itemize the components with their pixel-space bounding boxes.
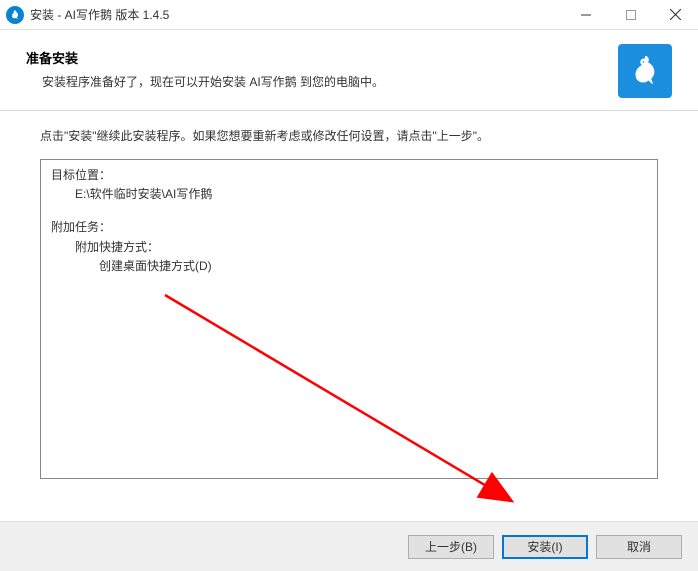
cancel-button[interactable]: 取消 [596,535,682,559]
dest-path: E:\软件临时安装\AI写作鹅 [51,185,647,204]
dest-label: 目标位置： [51,166,647,185]
page-heading: 准备安装 [26,48,384,67]
tasks-label: 附加任务： [51,218,647,237]
install-button-label: 安装(I) [527,538,562,555]
window-controls [563,0,698,29]
shortcuts-label: 附加快捷方式： [51,238,647,257]
app-icon [6,6,24,24]
window-title: 安装 - AI写作鹅 版本 1.4.5 [30,6,563,23]
summary-textarea[interactable]: 目标位置： E:\软件临时安装\AI写作鹅 附加任务： 附加快捷方式： 创建桌面… [40,159,658,479]
maximize-button[interactable] [608,0,653,29]
back-button[interactable]: 上一步(B) [408,535,494,559]
instruction-text: 点击"安装"继续此安装程序。如果您想要重新考虑或修改任何设置，请点击"上一步"。 [40,127,658,145]
app-logo [618,44,672,98]
back-button-label: 上一步(B) [425,538,477,555]
wizard-body: 点击"安装"继续此安装程序。如果您想要重新考虑或修改任何设置，请点击"上一步"。… [0,111,698,499]
page-subheading: 安装程序准备好了，现在可以开始安装 AI写作鹅 到您的电脑中。 [26,73,384,90]
desktop-shortcut: 创建桌面快捷方式(D) [51,257,647,276]
titlebar: 安装 - AI写作鹅 版本 1.4.5 [0,0,698,30]
wizard-footer: 上一步(B) 安装(I) 取消 [0,521,698,571]
wizard-header: 准备安装 安装程序准备好了，现在可以开始安装 AI写作鹅 到您的电脑中。 [0,30,698,111]
install-button[interactable]: 安装(I) [502,535,588,559]
cancel-button-label: 取消 [627,538,651,555]
close-button[interactable] [653,0,698,29]
minimize-button[interactable] [563,0,608,29]
